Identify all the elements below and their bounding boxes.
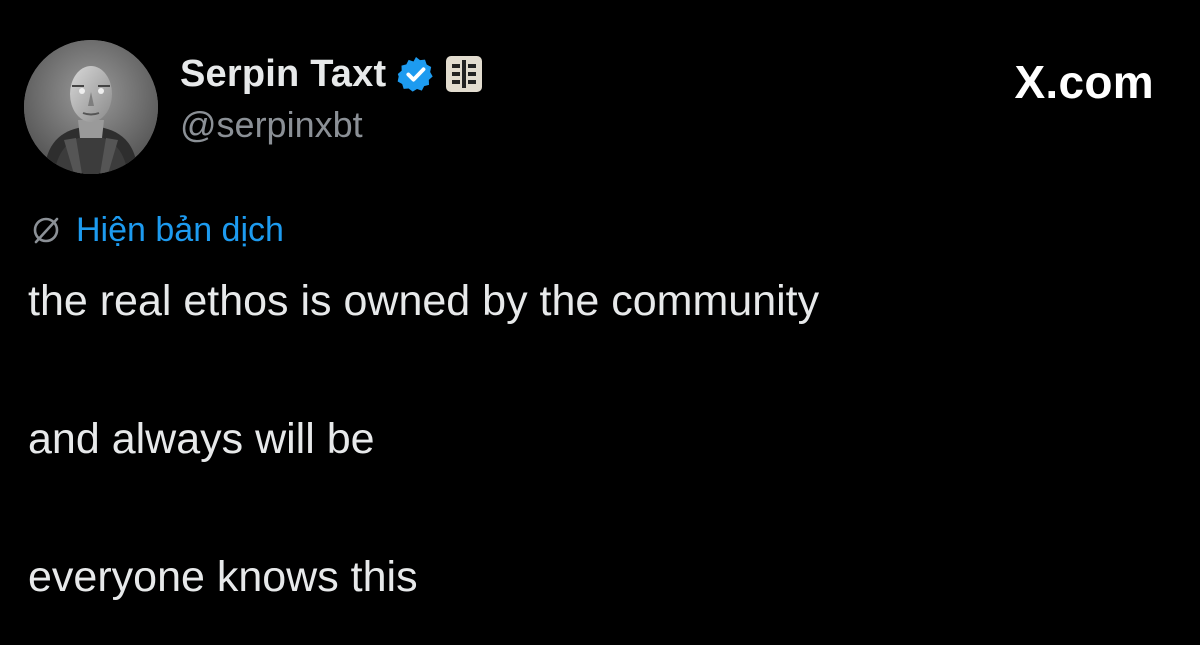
- translate-label[interactable]: Hiện bản dịch: [76, 211, 284, 250]
- brand-logo: X.com: [1014, 56, 1154, 108]
- author-display-name[interactable]: Serpin Taxt: [180, 53, 386, 96]
- tweet-card: Serpin Taxt @serpinxbt X.com Hiện bản dị…: [0, 0, 1200, 645]
- author-header: Serpin Taxt @serpinxbt: [180, 50, 484, 146]
- author-name-row: Serpin Taxt: [180, 50, 484, 98]
- translate-icon: [30, 214, 62, 246]
- tweet-line: and always will be: [28, 415, 375, 463]
- person-portrait-icon: [24, 40, 158, 174]
- avatar[interactable]: [24, 40, 158, 174]
- show-translation-link[interactable]: Hiện bản dịch: [30, 209, 284, 251]
- verified-badge-icon[interactable]: [396, 54, 436, 94]
- author-handle[interactable]: @serpinxbt: [180, 104, 484, 146]
- tweet-text: the real ethos is owned by the community…: [28, 275, 1168, 603]
- affiliate-badge-icon[interactable]: [444, 54, 484, 94]
- brand-label: X.com: [1014, 56, 1154, 108]
- tweet-line: the real ethos is owned by the community: [28, 277, 820, 325]
- tweet-line: everyone knows this: [28, 553, 418, 601]
